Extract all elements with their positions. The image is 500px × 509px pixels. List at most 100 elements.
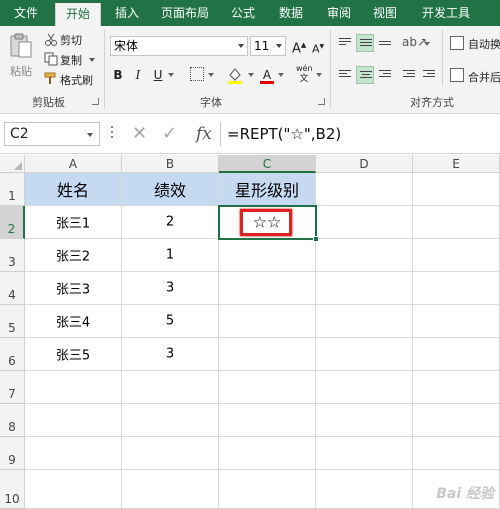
cell-b10[interactable] [122,470,219,509]
font-name-select[interactable]: 宋体 [110,36,248,56]
tab-home[interactable]: 开始 [55,3,101,26]
tab-insert[interactable]: 插入 [106,0,148,26]
cell-e3[interactable] [413,239,500,272]
align-bottom-button[interactable] [376,34,394,52]
row-header-10[interactable]: 10 [0,470,25,509]
cell-a1[interactable]: 姓名 [25,173,122,206]
align-top-button[interactable] [336,34,354,52]
cell-c5[interactable] [219,305,316,338]
cell-a9[interactable] [25,437,122,470]
cell-e4[interactable] [413,272,500,305]
cell-c8[interactable] [219,404,316,437]
cell-d1[interactable] [316,173,413,206]
decrease-indent-button[interactable] [400,66,418,84]
column-header-a[interactable]: A [25,155,122,173]
cell-a5[interactable]: 张三4 [25,305,122,338]
cell-d8[interactable] [316,404,413,437]
column-header-e[interactable]: E [413,155,500,173]
format-painter-button[interactable]: 格式刷 [60,72,93,88]
row-header-2[interactable]: 2 [0,206,25,239]
paste-button[interactable]: 粘贴 [10,63,32,79]
increase-indent-button[interactable] [420,66,438,84]
tab-data[interactable]: 数据 [270,0,312,26]
insert-function-button[interactable]: fx [196,122,212,146]
row-header-6[interactable]: 6 [0,338,25,371]
phonetic-dropdown-icon[interactable] [316,73,322,77]
cell-c4[interactable] [219,272,316,305]
cell-d10[interactable] [316,470,413,509]
cell-a6[interactable]: 张三5 [25,338,122,371]
cell-b9[interactable] [122,437,219,470]
cell-c1[interactable]: 星形级别 [219,173,316,206]
row-header-8[interactable]: 8 [0,404,25,437]
cell-e8[interactable] [413,404,500,437]
cell-a7[interactable] [25,371,122,404]
border-dropdown-icon[interactable] [208,73,214,77]
row-header-4[interactable]: 4 [0,272,25,305]
cell-d7[interactable] [316,371,413,404]
cell-c3[interactable] [219,239,316,272]
select-all-button[interactable] [0,155,25,173]
font-launcher-icon[interactable] [318,98,325,105]
tab-formulas[interactable]: 公式 [222,0,264,26]
italic-button[interactable]: I [132,66,144,84]
font-color-button[interactable]: A [260,66,274,84]
cell-b3[interactable]: 1 [122,239,219,272]
row-header-5[interactable]: 5 [0,305,25,338]
cell-a4[interactable]: 张三3 [25,272,122,305]
cell-d3[interactable] [316,239,413,272]
paste-icon[interactable] [8,32,34,60]
cell-c2[interactable]: ☆☆ [219,206,316,239]
cell-a3[interactable]: 张三2 [25,239,122,272]
cell-d4[interactable] [316,272,413,305]
cell-e5[interactable] [413,305,500,338]
cell-d9[interactable] [316,437,413,470]
cell-b8[interactable] [122,404,219,437]
align-center-button[interactable] [356,66,374,84]
cut-button[interactable]: 剪切 [60,32,82,48]
fill-color-icon[interactable] [226,66,244,84]
cell-a10[interactable] [25,470,122,509]
cell-d5[interactable] [316,305,413,338]
cell-d2[interactable] [316,206,413,239]
column-header-c[interactable]: C [219,155,316,173]
phonetic-button[interactable]: wén 文 [296,64,313,84]
wrap-text-button[interactable]: 自动换 [468,36,500,52]
tab-page-layout[interactable]: 页面布局 [152,0,218,26]
cell-b2[interactable]: 2 [122,206,219,239]
clipboard-launcher-icon[interactable] [92,98,99,105]
cell-b1[interactable]: 绩效 [122,173,219,206]
cell-a8[interactable] [25,404,122,437]
align-middle-button[interactable] [356,34,374,52]
copy-button[interactable]: 复制 [60,52,82,68]
underline-button[interactable]: U [152,66,164,84]
align-right-button[interactable] [376,66,394,84]
row-header-1[interactable]: 1 [0,173,25,206]
cell-a2[interactable]: 张三1 [25,206,122,239]
font-size-select[interactable]: 11 [250,36,286,56]
formula-input[interactable]: =REPT("☆",B2) [220,122,500,146]
row-header-7[interactable]: 7 [0,371,25,404]
font-color-dropdown-icon[interactable] [278,73,284,77]
cell-e9[interactable] [413,437,500,470]
tab-file[interactable]: 文件 [0,0,52,26]
cell-b5[interactable]: 5 [122,305,219,338]
cell-e6[interactable] [413,338,500,371]
cell-b7[interactable] [122,371,219,404]
tab-view[interactable]: 视图 [364,0,406,26]
underline-dropdown-icon[interactable] [168,73,174,77]
cell-c10[interactable] [219,470,316,509]
cell-c6[interactable] [219,338,316,371]
cell-b4[interactable]: 3 [122,272,219,305]
cell-c9[interactable] [219,437,316,470]
column-header-d[interactable]: D [316,155,413,173]
cell-e7[interactable] [413,371,500,404]
bold-button[interactable]: B [112,66,124,84]
border-icon[interactable] [190,67,204,81]
cell-d6[interactable] [316,338,413,371]
cancel-icon[interactable]: ✕ [132,122,147,146]
tab-review[interactable]: 审阅 [318,0,360,26]
row-header-9[interactable]: 9 [0,437,25,470]
formula-bar-grip[interactable] [110,126,114,142]
shrink-font-button[interactable]: A▼ [312,38,324,56]
